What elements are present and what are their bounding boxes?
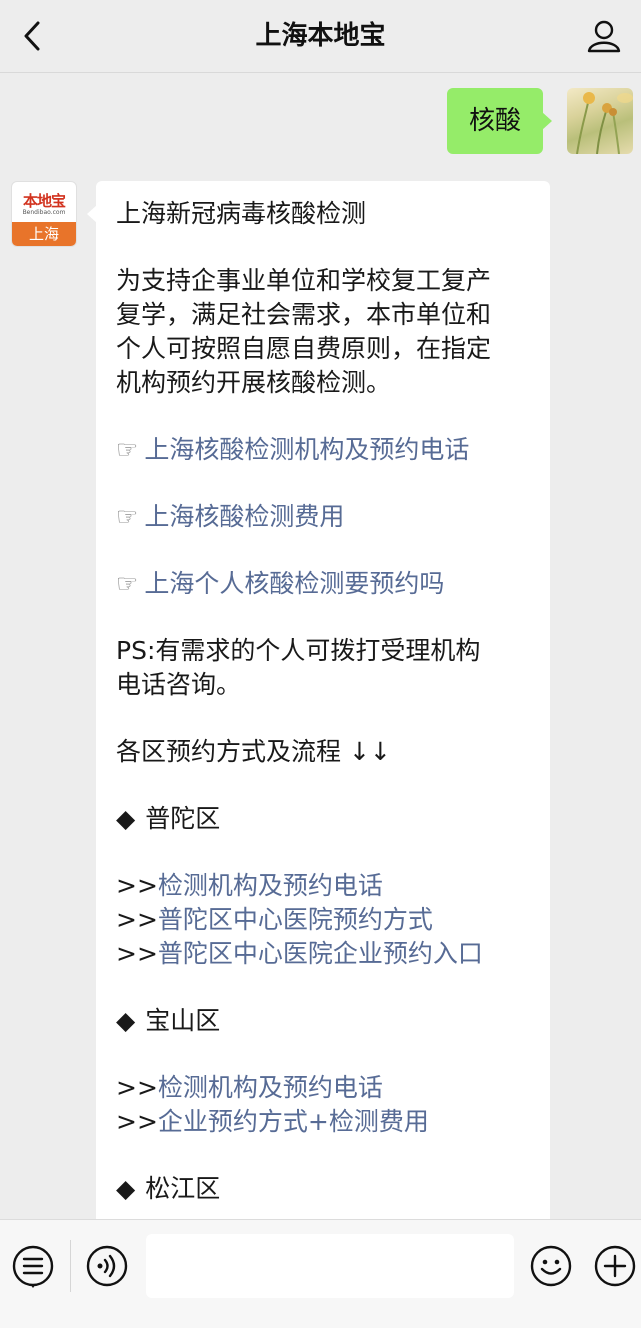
- emoji-icon[interactable]: [529, 1244, 573, 1288]
- user-message-row: 核酸: [433, 88, 633, 154]
- bot-avatar-brand: 本地宝: [22, 192, 66, 210]
- link-prefix: >>: [116, 905, 158, 934]
- district-name: 普陀区: [145, 804, 221, 833]
- user-message-bubble[interactable]: 核酸: [446, 88, 553, 154]
- ps-line: PS:有需求的个人可拨打受理机构: [116, 636, 481, 665]
- putuo-link-enterprise-entry[interactable]: 普陀区中心医院企业预约入口: [158, 939, 483, 968]
- ps-line: 电话咨询。: [116, 670, 242, 699]
- intro-line: 为支持企事业单位和学校复工复产: [116, 266, 492, 295]
- message-input[interactable]: [146, 1234, 514, 1298]
- bot-avatar-domain: Bendibao.com: [22, 209, 66, 216]
- link-appointment-needed[interactable]: 上海个人核酸检测要预约吗: [144, 569, 444, 598]
- baoshan-link-institutions[interactable]: 检测机构及预约电话: [158, 1073, 383, 1102]
- add-icon[interactable]: [593, 1244, 637, 1288]
- pointing-hand-icon: ☞: [116, 435, 139, 464]
- diamond-bullet-icon: ◆: [116, 1006, 136, 1035]
- flower-photo-icon: [576, 92, 633, 154]
- link-testing-institutions[interactable]: 上海核酸检测机构及预约电话: [144, 435, 469, 464]
- link-prefix: >>: [116, 871, 158, 900]
- district-link-row[interactable]: >>检测机构及预约电话: [116, 1071, 534, 1105]
- intro-line: 个人可按照自愿自费原则，在指定: [116, 334, 492, 363]
- intro-line: 机构预约开展核酸检测。: [116, 368, 392, 397]
- page-title: 上海本地宝: [255, 21, 386, 51]
- profile-icon[interactable]: [585, 18, 623, 54]
- district-heading-songjiang: ◆ 松江区: [116, 1172, 534, 1206]
- putuo-link-institutions[interactable]: 检测机构及预约电话: [158, 871, 383, 900]
- district-link-row[interactable]: >>普陀区中心医院预约方式: [116, 903, 534, 937]
- menu-list-icon[interactable]: [11, 1244, 55, 1288]
- district-name: 松江区: [145, 1174, 221, 1203]
- bot-avatar[interactable]: 本地宝 Bendibao.com 上海: [11, 181, 77, 247]
- nav-bar: 上海本地宝: [0, 0, 641, 73]
- process-heading: 各区预约方式及流程 ↓↓: [116, 737, 391, 766]
- user-avatar[interactable]: [567, 88, 633, 154]
- district-heading-baoshan: ◆ 宝山区: [116, 1004, 534, 1038]
- input-toolbar: [0, 1219, 641, 1328]
- voice-icon[interactable]: [85, 1244, 129, 1288]
- toolbar-divider: [70, 1240, 71, 1292]
- diamond-bullet-icon: ◆: [116, 1174, 136, 1203]
- district-name: 宝山区: [145, 1006, 221, 1035]
- diamond-bullet-icon: ◆: [116, 804, 136, 833]
- link-prefix: >>: [116, 1073, 158, 1102]
- link-item[interactable]: ☞ 上海核酸检测费用: [116, 500, 534, 534]
- district-heading-putuo: ◆ 普陀区: [116, 802, 534, 836]
- district-link-row[interactable]: >>普陀区中心医院企业预约入口: [116, 937, 534, 971]
- link-item[interactable]: ☞ 上海核酸检测机构及预约电话: [116, 433, 534, 467]
- pointing-hand-icon: ☞: [116, 569, 139, 598]
- bot-message-card: 上海新冠病毒核酸检测 为支持企事业单位和学校复工复产 复学，满足社会需求，本市单…: [87, 181, 550, 1241]
- baoshan-link-enterprise-fees[interactable]: 企业预约方式+检测费用: [158, 1107, 429, 1136]
- pointing-hand-icon: ☞: [116, 502, 139, 531]
- link-prefix: >>: [116, 939, 158, 968]
- bot-avatar-city: 上海: [12, 222, 76, 246]
- intro-line: 复学，满足社会需求，本市单位和: [116, 300, 492, 329]
- district-link-row[interactable]: >>检测机构及预约电话: [116, 869, 534, 903]
- link-prefix: >>: [116, 1107, 158, 1136]
- putuo-link-hospital-method[interactable]: 普陀区中心医院预约方式: [158, 905, 433, 934]
- district-link-row[interactable]: >>企业预约方式+检测费用: [116, 1105, 534, 1139]
- card-title: 上海新冠病毒核酸检测: [116, 199, 367, 228]
- link-testing-fees[interactable]: 上海核酸检测费用: [144, 502, 344, 531]
- link-item[interactable]: ☞ 上海个人核酸检测要预约吗: [116, 567, 534, 601]
